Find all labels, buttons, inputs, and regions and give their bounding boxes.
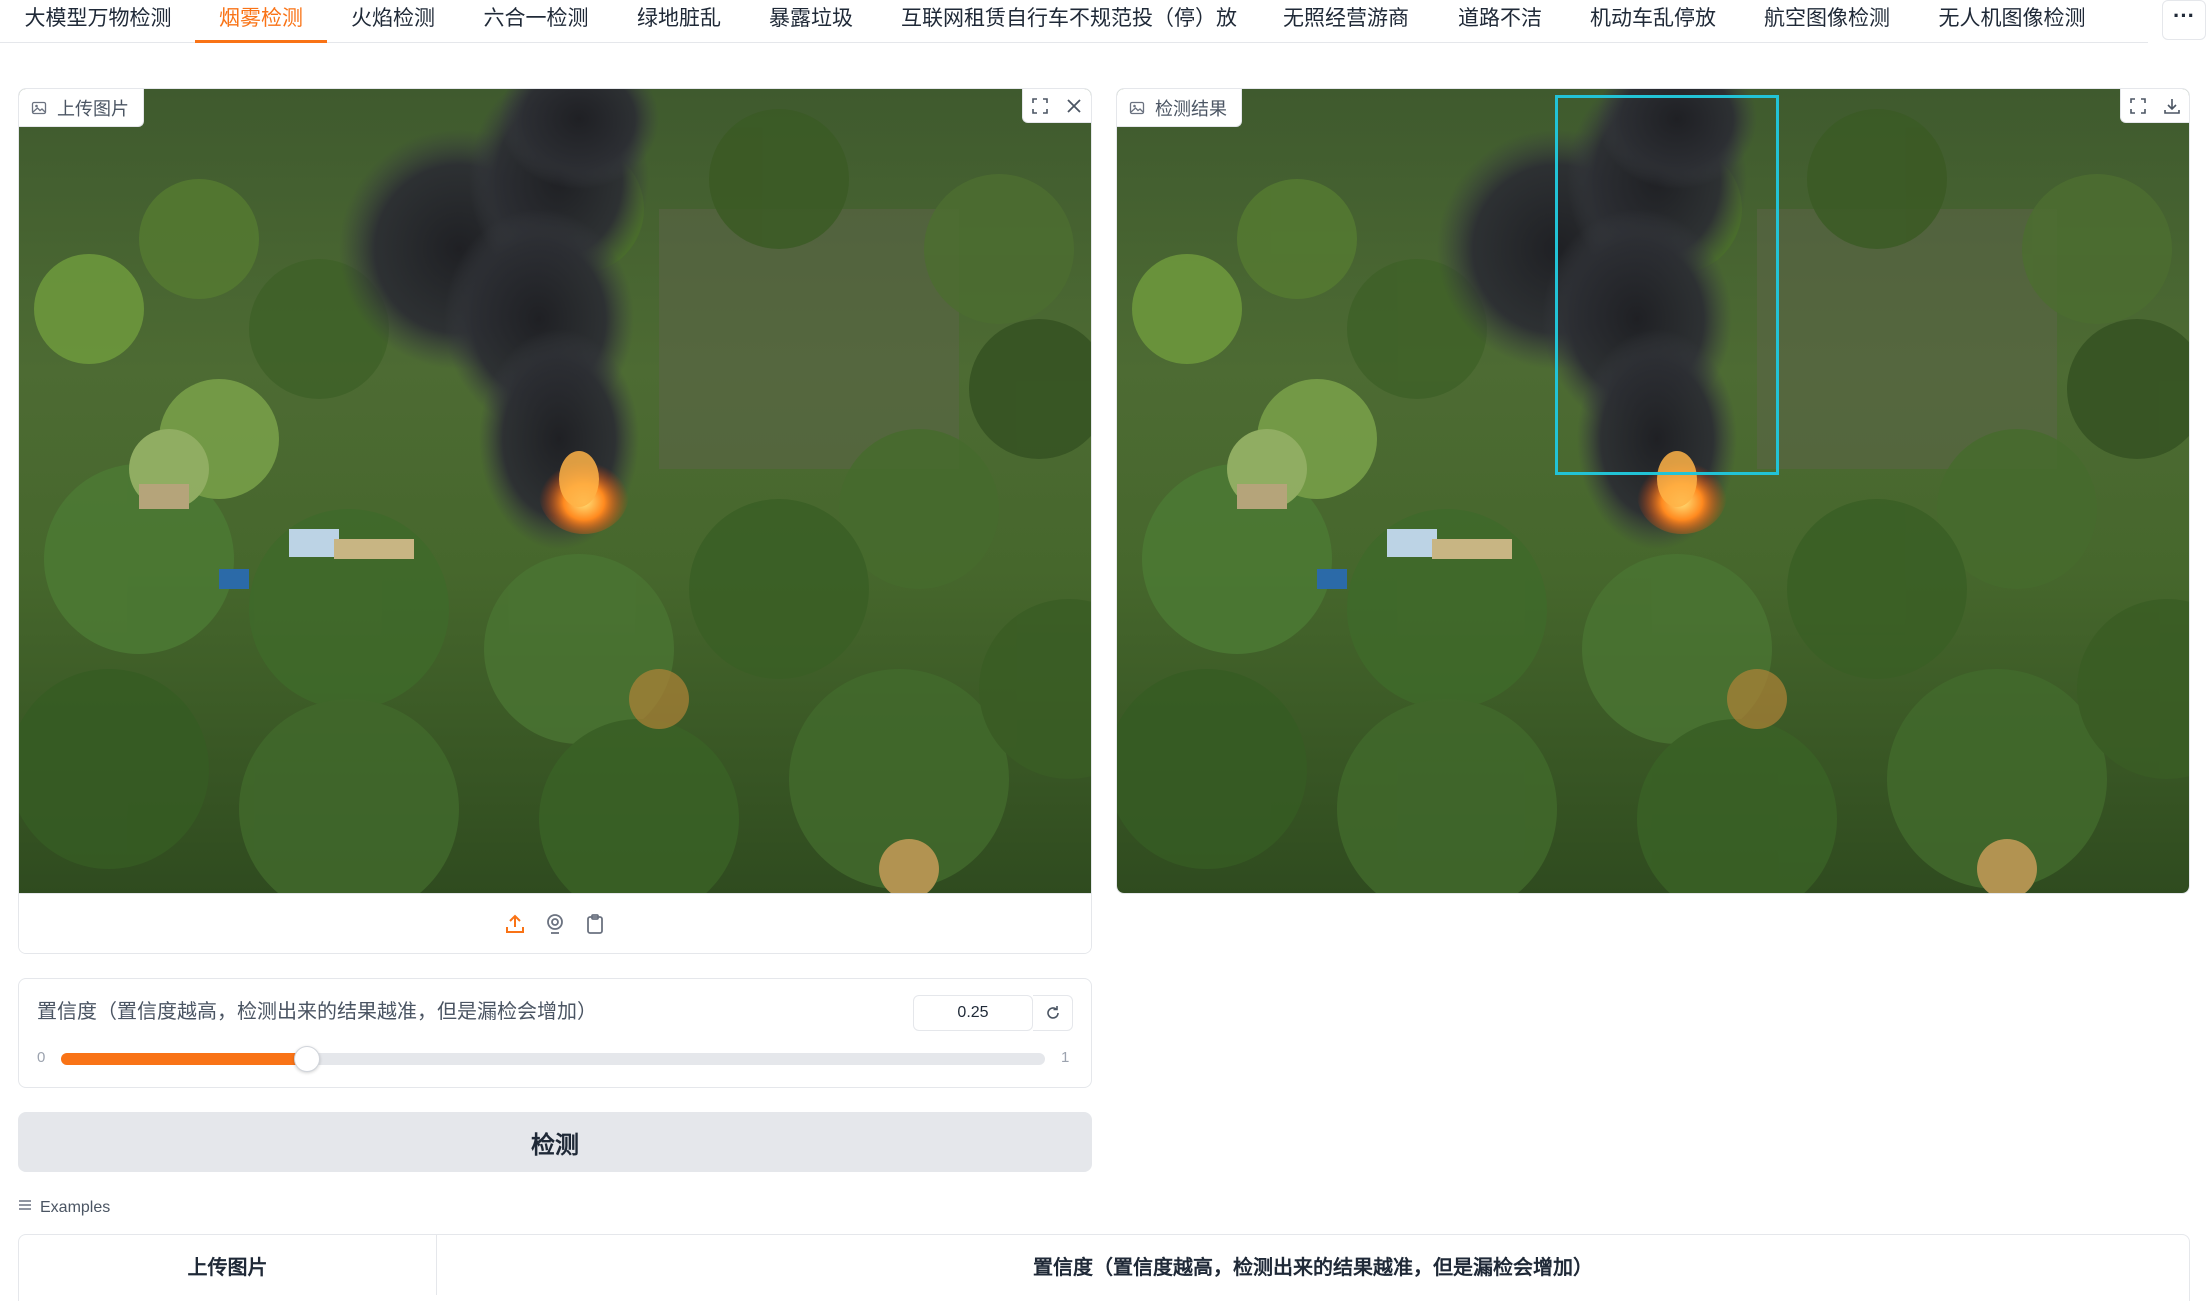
- download-icon[interactable]: [2155, 89, 2189, 123]
- smoke-detection-box: [1555, 95, 1779, 475]
- upload-panel-tools: [1022, 89, 1091, 123]
- examples-table: 上传图片 置信度（置信度越高，检测出来的结果越准，但是漏检会增加）: [18, 1234, 2190, 1301]
- result-panel-label: 检测结果: [1117, 89, 1242, 127]
- confidence-slider-track[interactable]: [61, 1046, 1045, 1072]
- upload-image-panel: 上传图片: [18, 88, 1092, 954]
- upload-icon[interactable]: [502, 911, 528, 937]
- tab-large-model-detection[interactable]: 大模型万物检测: [22, 0, 174, 43]
- tab-smoke-detection[interactable]: 烟雾检测: [195, 0, 327, 43]
- tab-illegal-car-parking[interactable]: 机动车乱停放: [1588, 0, 1718, 43]
- examples-column-header-image: 上传图片: [19, 1235, 437, 1295]
- tab-exposed-garbage[interactable]: 暴露垃圾: [766, 0, 856, 43]
- confidence-number-input[interactable]: [913, 995, 1033, 1031]
- tab-unlicensed-vendors[interactable]: 无照经营游商: [1281, 0, 1411, 43]
- tab-bar: 大模型万物检测 烟雾检测 火焰检测 六合一检测 绿地脏乱 暴露垃圾 互联网租赁自…: [0, 0, 2208, 44]
- examples-title: Examples: [40, 1198, 111, 1216]
- uploaded-image[interactable]: [19, 89, 1091, 893]
- tab-aerial-image-detection[interactable]: 航空图像检测: [1762, 0, 1892, 43]
- slider-max-label: 1: [1061, 1049, 1070, 1066]
- confidence-slider-handle[interactable]: [294, 1046, 320, 1072]
- slider-min-label: 0: [37, 1049, 46, 1066]
- image-icon: [31, 100, 47, 116]
- fullscreen-icon[interactable]: [2121, 89, 2155, 123]
- examples-header: Examples: [18, 1198, 110, 1217]
- list-icon: [18, 1198, 32, 1217]
- wildfire-smoke-photo: [19, 89, 1091, 893]
- image-source-toolbar: [19, 893, 1091, 953]
- result-image: [1117, 89, 2189, 893]
- result-panel-tools: [2120, 89, 2189, 123]
- examples-column-header-confidence: 置信度（置信度越高，检测出来的结果越准，但是漏检会增加）: [1033, 1256, 1593, 1279]
- webcam-icon[interactable]: [542, 911, 568, 937]
- tab-bike-parking[interactable]: 互联网租赁自行车不规范投（停）放: [899, 0, 1239, 43]
- image-icon: [1129, 100, 1145, 116]
- close-icon[interactable]: [1057, 89, 1091, 123]
- fullscreen-icon[interactable]: [1023, 89, 1057, 123]
- result-panel-title: 检测结果: [1155, 98, 1227, 119]
- more-tabs-button[interactable]: ···: [2162, 0, 2206, 40]
- tab-green-space-mess[interactable]: 绿地脏乱: [634, 0, 724, 43]
- upload-panel-title: 上传图片: [57, 98, 129, 119]
- detection-result-panel: 检测结果: [1116, 88, 2190, 894]
- tab-dirty-road[interactable]: 道路不洁: [1455, 0, 1545, 43]
- upload-panel-label: 上传图片: [19, 89, 144, 127]
- clipboard-icon[interactable]: [582, 911, 608, 937]
- reset-icon[interactable]: [1033, 995, 1073, 1031]
- detect-button[interactable]: 检测: [18, 1112, 1092, 1172]
- confidence-label: 置信度（置信度越高，检测出来的结果越准，但是漏检会增加）: [37, 1001, 597, 1023]
- confidence-slider-block: 置信度（置信度越高，检测出来的结果越准，但是漏检会增加） 0 1: [18, 978, 1092, 1088]
- confidence-slider-fill: [61, 1053, 307, 1065]
- tab-drone-image-detection[interactable]: 无人机图像检测: [1936, 0, 2088, 43]
- tab-flame-detection[interactable]: 火焰检测: [348, 0, 438, 43]
- tab-six-in-one-detection[interactable]: 六合一检测: [481, 0, 591, 43]
